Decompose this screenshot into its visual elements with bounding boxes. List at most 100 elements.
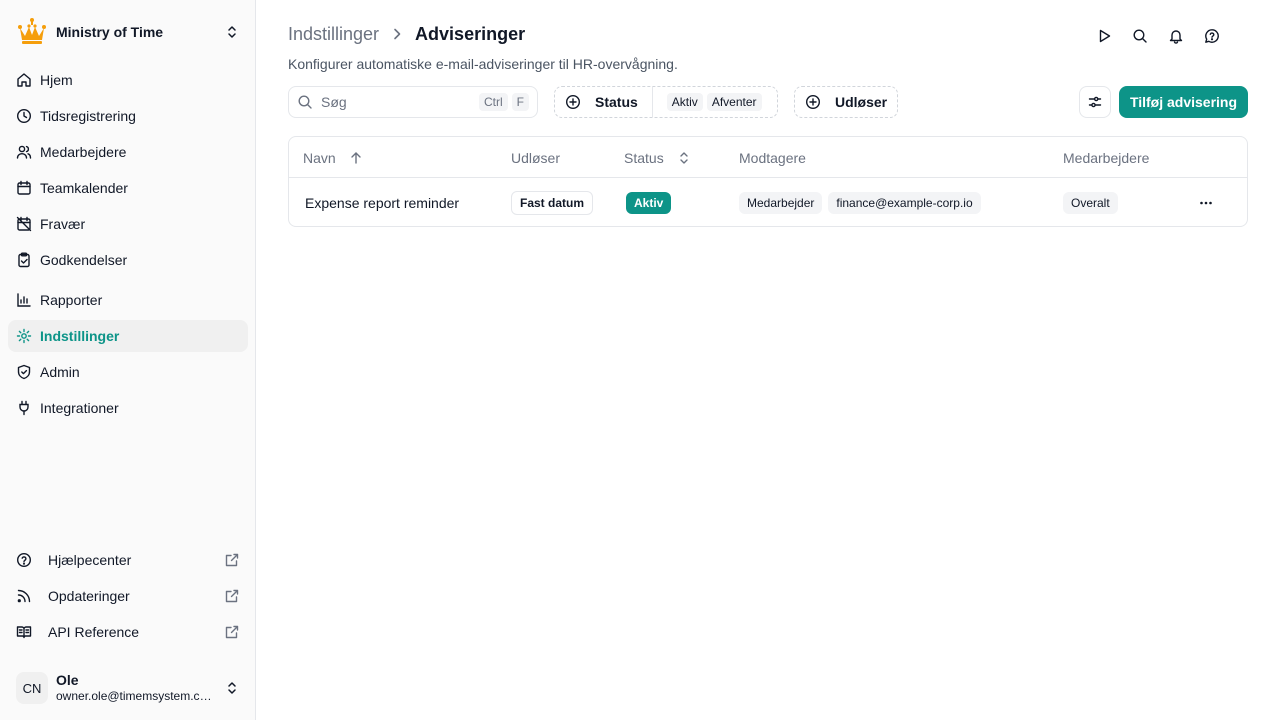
trigger-filter[interactable]: Udløser [794, 86, 898, 118]
notifications-button[interactable] [1164, 24, 1188, 48]
plus-circle-icon [805, 94, 821, 110]
user-name: Ole [56, 672, 79, 688]
user-menu[interactable]: CN Ole owner.ole@timemsystem.com [8, 664, 248, 712]
column-header-name[interactable]: Navn [303, 137, 364, 178]
table-row[interactable]: Expense report reminder Fast datum Aktiv… [289, 178, 1247, 227]
more-horizontal-icon [1200, 201, 1212, 204]
sidebar-item-rapporter[interactable]: Rapporter [8, 284, 248, 316]
play-icon [1099, 29, 1111, 43]
chevrons-up-down-icon [680, 151, 688, 164]
sidebar-item-godkendelser[interactable]: Godkendelser [8, 244, 248, 276]
recipient-badge: Medarbejder [739, 191, 823, 214]
sidebar-item-teamkalender[interactable]: Teamkalender [8, 172, 248, 204]
chevrons-up-down-icon [228, 682, 236, 694]
sidebar-item-label: Hjem [40, 72, 73, 88]
help-center-link[interactable]: Hjælpecenter [8, 542, 248, 578]
sidebar-item-label: Godkendelser [40, 252, 128, 268]
chart-icon [17, 293, 31, 307]
sidebar-item-label: Indstillinger [40, 328, 120, 344]
sidebar-item-integrationer[interactable]: Integrationer [8, 392, 248, 424]
status-badge: Aktiv [626, 191, 672, 214]
sidebar-item-indstillinger[interactable]: Indstillinger [8, 320, 248, 352]
arrow-up-icon [350, 151, 361, 164]
org-name: Ministry of Time [56, 24, 164, 40]
users-icon [16, 145, 32, 159]
sidebar-item-admin[interactable]: Admin [8, 356, 248, 388]
message-help-icon [1205, 29, 1219, 43]
page-title: Adviseringer [415, 23, 526, 44]
shield-icon [17, 364, 31, 380]
search-button[interactable] [1128, 24, 1152, 48]
clipboard-check-icon [18, 252, 30, 268]
sidebar-item-medarbejdere[interactable]: Medarbejdere [8, 136, 248, 168]
book-icon [16, 626, 32, 639]
crown-icon [18, 18, 46, 44]
page-subtitle: Konfigurer automatiske e-mail-advisering… [288, 56, 678, 72]
row-actions-button[interactable] [1194, 191, 1218, 215]
cell-employees: Overalt [1063, 178, 1124, 227]
status-filter[interactable]: Status Aktiv Afventer [554, 86, 778, 118]
cell-status: Aktiv [626, 178, 672, 227]
help-circle-icon [16, 552, 32, 568]
main-nav: Hjem Tidsregistrering Medarbejdere Teamk… [8, 62, 248, 424]
rss-icon [17, 589, 31, 603]
updates-link[interactable]: Opdateringer [8, 578, 248, 614]
play-button[interactable] [1092, 24, 1116, 48]
external-link-icon [225, 553, 239, 567]
sidebar-item-fravaer[interactable]: Fravær [8, 208, 248, 240]
sidebar-item-label: Rapporter [40, 292, 103, 308]
sidebar-item-label: Admin [40, 364, 80, 380]
calendar-icon [17, 180, 31, 195]
updates-label: Opdateringer [48, 588, 130, 604]
search-input[interactable] [321, 94, 475, 110]
column-header-employees: Medarbejdere [1063, 137, 1149, 178]
user-info: Ole owner.ole@timemsystem.com [56, 672, 224, 704]
sidebar-item-tidsregistrering[interactable]: Tidsregistrering [8, 100, 248, 132]
cell-recipients: Medarbejder finance@example-corp.io [739, 178, 987, 227]
external-link-icon [225, 625, 239, 639]
calendar-off-icon [16, 216, 32, 232]
breadcrumb: Indstillinger Adviseringer [288, 22, 525, 46]
api-reference-link[interactable]: API Reference [8, 614, 248, 650]
search-box[interactable]: Ctrl F [288, 86, 538, 118]
status-filter-label: Status [595, 94, 638, 110]
status-chip-active: Aktiv [666, 93, 703, 111]
bell-icon [1169, 30, 1183, 44]
gear-icon [16, 328, 32, 344]
column-header-status[interactable]: Status [624, 137, 692, 178]
notifications-table: Navn Udløser Status Modtagere Medarbejde… [288, 136, 1248, 227]
column-header-recipients: Modtagere [739, 137, 806, 178]
api-reference-label: API Reference [48, 624, 140, 640]
column-header-trigger: Udløser [511, 137, 560, 178]
view-options-button[interactable] [1079, 86, 1111, 118]
help-center-label: Hjælpecenter [48, 552, 132, 568]
search-icon [298, 95, 312, 109]
recipient-badge: finance@example-corp.io [828, 191, 981, 214]
add-notification-button[interactable]: Tilføj advisering [1119, 86, 1248, 118]
help-chat-button[interactable] [1200, 24, 1224, 48]
sidebar-item-label: Tidsregistrering [40, 108, 136, 124]
clock-icon [16, 108, 32, 124]
column-label: Navn [303, 149, 336, 166]
top-actions [1092, 24, 1236, 48]
chevrons-up-down-icon [228, 26, 236, 38]
cell-trigger: Fast datum [511, 178, 594, 227]
sidebar-item-hjem[interactable]: Hjem [8, 64, 248, 96]
breadcrumb-parent[interactable]: Indstillinger [288, 24, 379, 45]
employees-badge: Overalt [1063, 191, 1118, 214]
org-switcher[interactable]: Ministry of Time [8, 12, 248, 52]
user-email: owner.ole@timemsystem.com [56, 689, 212, 703]
column-label: Modtagere [739, 149, 806, 166]
home-icon [17, 73, 31, 87]
shortcut-ctrl: Ctrl [478, 93, 508, 111]
column-label: Status [624, 149, 664, 166]
sliders-icon [1088, 96, 1102, 108]
column-label: Medarbejdere [1063, 149, 1150, 166]
cell-name: Expense report reminder [305, 194, 460, 211]
search-icon [1133, 29, 1147, 43]
shortcut-f: F [511, 93, 529, 111]
avatar: CN [16, 672, 48, 704]
sidebar-item-label: Fravær [40, 216, 86, 232]
plug-icon [19, 400, 29, 416]
cell-actions [1194, 178, 1218, 227]
